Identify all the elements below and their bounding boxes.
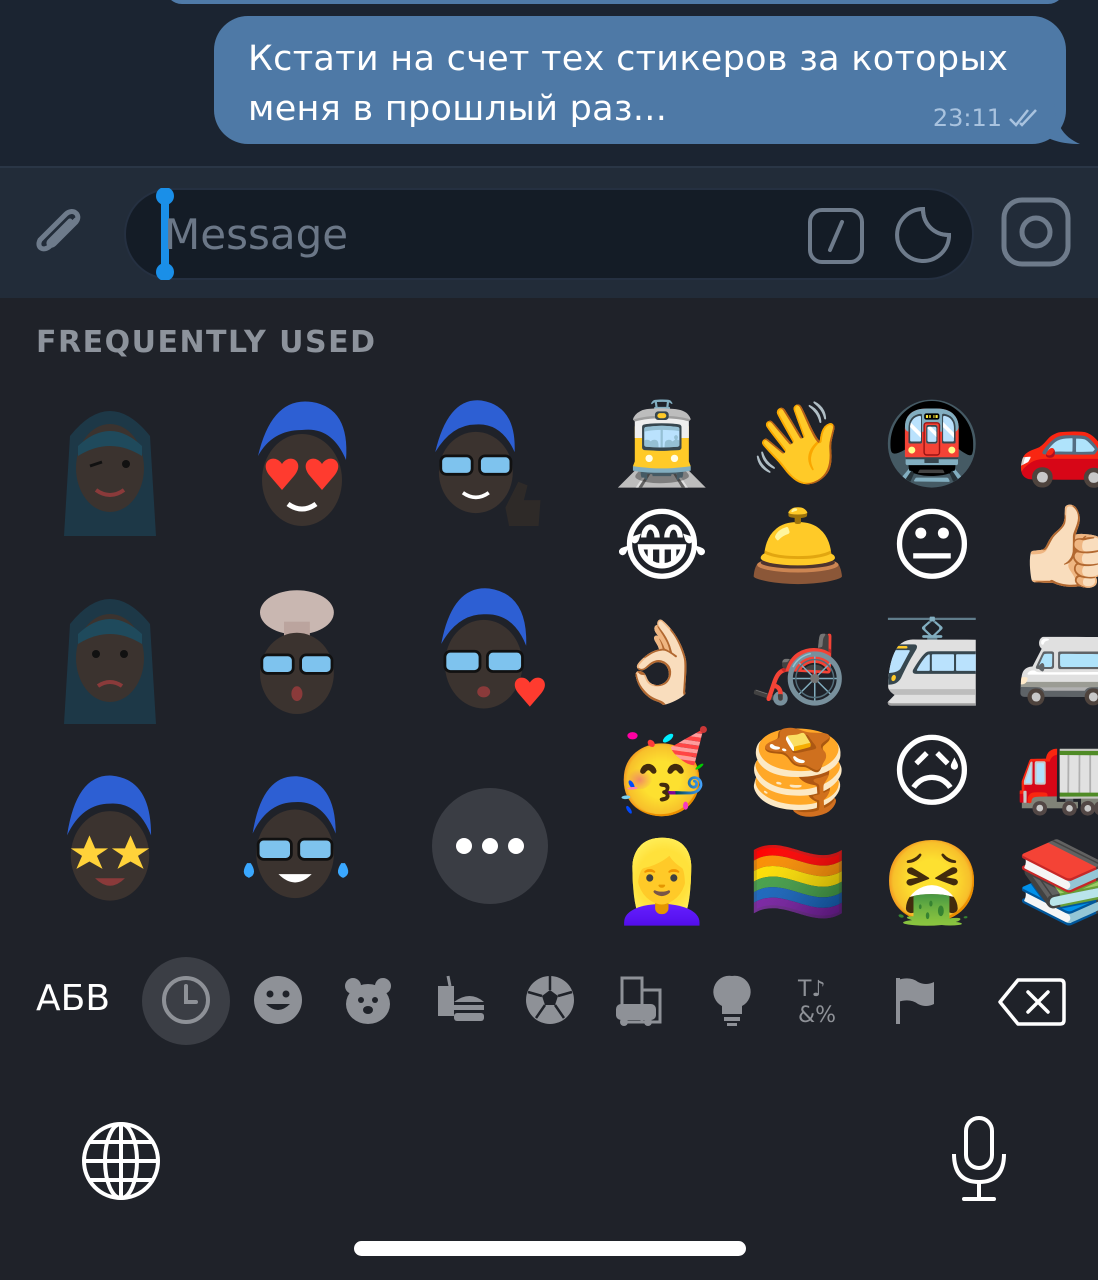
dot-icon: [482, 838, 498, 854]
emoji-books[interactable]: 📚: [1016, 832, 1098, 932]
buildings-icon[interactable]: [612, 972, 668, 1028]
globe-icon[interactable]: [80, 1120, 162, 1202]
message-input-bar: Message: [0, 166, 1098, 298]
emoji-light-rail[interactable]: 🚈: [882, 612, 982, 712]
emoji-ok-hand[interactable]: 👌🏻: [612, 612, 712, 712]
emoji-thumbs-up[interactable]: 👍🏻: [1016, 496, 1098, 596]
smiley-icon[interactable]: [250, 972, 306, 1028]
memoji-thumbs-up[interactable]: [426, 396, 546, 536]
emoji-car[interactable]: 🚗: [1016, 394, 1098, 494]
emoji-vomiting-face[interactable]: 🤮: [882, 832, 982, 932]
svg-text:T♪: T♪: [797, 977, 825, 1002]
emoji-minibus[interactable]: 🚐: [1016, 612, 1098, 712]
lightbulb-icon[interactable]: [704, 972, 760, 1028]
emoji-bellhop-bell[interactable]: 🛎️: [748, 496, 848, 596]
emoji-tram[interactable]: 🚊: [612, 394, 712, 494]
slash-command-icon[interactable]: [806, 206, 866, 266]
more-memoji-button[interactable]: [432, 788, 548, 904]
previous-message-bubble[interactable]: [165, 0, 1065, 4]
emoji-partying-face[interactable]: 🥳: [612, 722, 712, 822]
backspace-icon[interactable]: [996, 976, 1068, 1028]
message-placeholder: Message: [164, 210, 349, 259]
memoji-wink[interactable]: [50, 396, 170, 536]
memoji-sad[interactable]: [50, 584, 170, 724]
dot-icon: [508, 838, 524, 854]
emoji-neutral-face[interactable]: 😐: [882, 496, 982, 596]
emoji-pancakes[interactable]: 🥞: [748, 722, 848, 822]
sticker-icon[interactable]: [892, 204, 954, 266]
emoji-rainbow-flag[interactable]: 🏳️‍🌈: [748, 832, 848, 932]
outgoing-message-bubble[interactable]: Кстати на счет тех стикеров за которых м…: [214, 16, 1066, 144]
emoji-truck[interactable]: 🚛: [1016, 722, 1098, 822]
symbols-icon[interactable]: T♪ &%: [794, 972, 850, 1028]
memoji-tears-of-joy[interactable]: [236, 770, 356, 910]
emoji-blond-woman[interactable]: 👱‍♀️: [612, 832, 712, 932]
emoji-sad-relieved-face[interactable]: 😥: [882, 722, 982, 822]
paperclip-icon[interactable]: [26, 198, 98, 270]
flag-icon[interactable]: [886, 972, 942, 1028]
emoji-tears-of-joy[interactable]: 😂: [612, 496, 712, 596]
chat-area: Кстати на счет тех стикеров за которых м…: [0, 0, 1098, 166]
double-check-icon: [1009, 109, 1037, 127]
camera-icon[interactable]: [1000, 196, 1072, 268]
message-text: Кстати на счет тех стикеров за которых м…: [248, 39, 1009, 129]
svg-text:&%: &%: [798, 1003, 836, 1028]
message-field[interactable]: Message: [124, 188, 974, 280]
abc-keyboard-button[interactable]: АБВ: [36, 978, 110, 1019]
emoji-waving-hand[interactable]: 👋: [748, 394, 848, 494]
recent-clock-icon[interactable]: [158, 972, 214, 1028]
dot-icon: [456, 838, 472, 854]
memoji-mind-blown[interactable]: [236, 584, 356, 724]
emoji-wheelchair[interactable]: 🦽: [748, 612, 848, 712]
memoji-heart-eyes[interactable]: [242, 396, 362, 536]
emoji-metro[interactable]: 🚇: [882, 394, 982, 494]
memoji-star-struck[interactable]: [50, 770, 170, 910]
frequently-used-title: FREQUENTLY USED: [36, 325, 377, 360]
memoji-kiss[interactable]: [432, 584, 552, 724]
food-icon[interactable]: [432, 972, 488, 1028]
message-meta: 23:11: [933, 104, 1042, 132]
soccer-ball-icon[interactable]: [522, 972, 578, 1028]
bear-icon[interactable]: [340, 972, 396, 1028]
message-time: 23:11: [932, 104, 1002, 132]
microphone-icon[interactable]: [946, 1114, 1012, 1204]
home-indicator[interactable]: [354, 1241, 746, 1256]
bubble-tail: [1040, 104, 1080, 144]
